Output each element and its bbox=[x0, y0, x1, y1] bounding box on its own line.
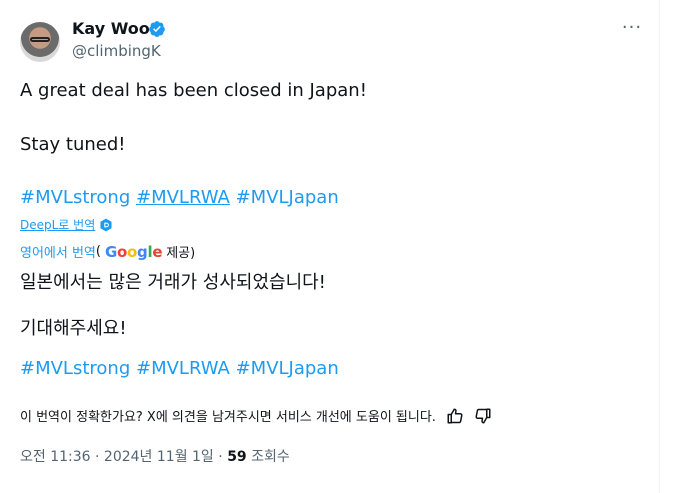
google-logo: Google bbox=[104, 242, 163, 261]
open-paren: ( bbox=[95, 244, 101, 259]
thumbs-down-icon[interactable] bbox=[474, 407, 492, 425]
translated-text-line-1: 일본에서는 많은 거래가 성사되었습니다! bbox=[20, 272, 326, 293]
views-count: 59 bbox=[227, 449, 247, 465]
avatar-glasses bbox=[30, 37, 50, 42]
translated-from-english-link[interactable]: 영어에서 번역 bbox=[20, 242, 96, 261]
verified-badge-icon bbox=[149, 21, 165, 37]
tweet-card: Kay Woo @climbingK ··· A great deal has … bbox=[0, 0, 660, 493]
google-translation-attribution: 영어에서 번역 ( Google 제공) bbox=[20, 242, 196, 262]
hashtag-link[interactable]: #MVLstrong bbox=[20, 358, 130, 379]
tweet-text-line-2: Stay tuned! bbox=[20, 134, 126, 155]
hashtag-link[interactable]: #MVLRWA bbox=[136, 187, 230, 208]
tweet-date[interactable]: 2024년 11월 1일 bbox=[104, 449, 214, 465]
avatar[interactable] bbox=[20, 22, 60, 62]
tweet-meta: 오전 11:36 · 2024년 11월 1일 · 59 조회수 bbox=[20, 446, 290, 466]
translated-hashtags: #MVLstrong #MVLRWA #MVLJapan bbox=[20, 358, 339, 379]
hashtag-link[interactable]: #MVLJapan bbox=[236, 358, 339, 379]
tweet-time[interactable]: 오전 11:36 bbox=[20, 449, 91, 465]
author-handle[interactable]: @climbingK bbox=[72, 42, 161, 60]
tweet-hashtags: #MVLstrong #MVLRWA #MVLJapan bbox=[20, 187, 339, 208]
provided-label: 제공) bbox=[166, 246, 196, 261]
meta-separator: · bbox=[213, 449, 228, 465]
tweet-text-line-1: A great deal has been closed in Japan! bbox=[20, 80, 367, 101]
deepl-icon bbox=[100, 218, 112, 231]
meta-separator: · bbox=[90, 449, 104, 465]
author-name[interactable]: Kay Woo bbox=[72, 19, 150, 38]
translation-feedback: 이 번역이 정확한가요? X에 의견을 남겨주시면 서비스 개선에 도움이 됩니… bbox=[20, 406, 492, 425]
hashtag-link[interactable]: #MVLRWA bbox=[136, 358, 230, 379]
deepl-translate-link[interactable]: DeepL로 번역 bbox=[20, 216, 113, 233]
deepl-label[interactable]: DeepL로 번역 bbox=[20, 216, 95, 233]
views-label: 조회수 bbox=[251, 449, 290, 465]
thumbs-up-icon[interactable] bbox=[446, 407, 464, 425]
feedback-question: 이 번역이 정확한가요? X에 의견을 남겨주시면 서비스 개선에 도움이 됩니… bbox=[20, 410, 436, 425]
more-horizontal-icon[interactable]: ··· bbox=[620, 18, 644, 42]
translated-text-line-2: 기대해주세요! bbox=[20, 318, 127, 339]
hashtag-link[interactable]: #MVLJapan bbox=[236, 187, 339, 208]
hashtag-link[interactable]: #MVLstrong bbox=[20, 187, 130, 208]
